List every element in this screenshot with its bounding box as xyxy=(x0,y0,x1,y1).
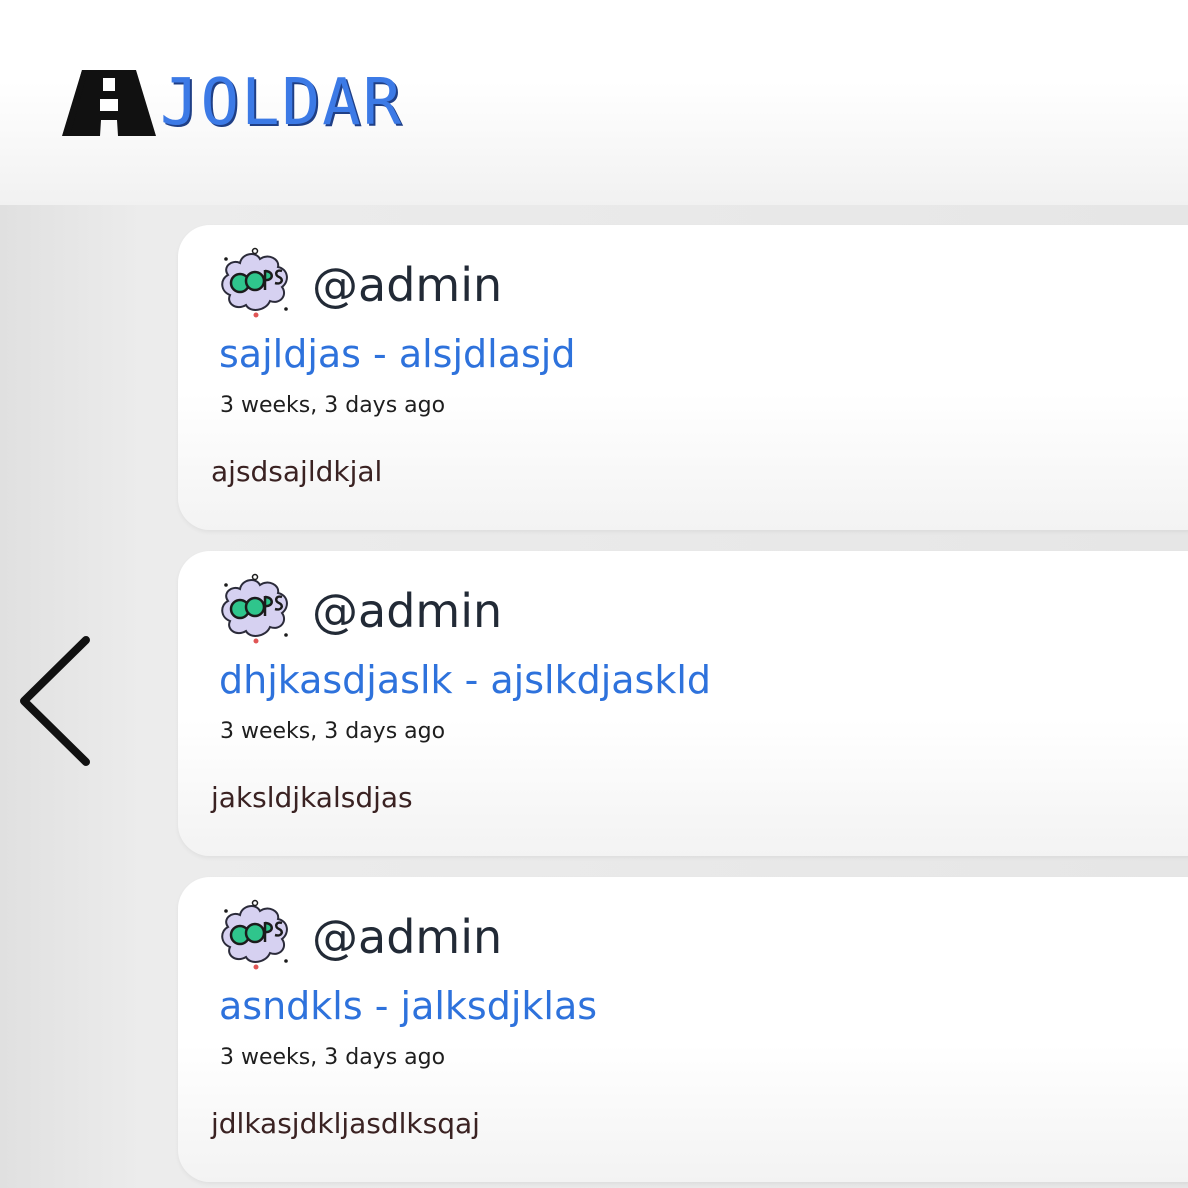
post-body: jdlkasjdkljasdlksqaj xyxy=(211,1107,480,1140)
post-body: ajsdsajldkjal xyxy=(211,455,383,488)
post-timestamp: 3 weeks, 3 days ago xyxy=(220,1045,446,1070)
brand-logo[interactable]: JOLDAR xyxy=(62,68,403,138)
brand-name: JOLDAR xyxy=(160,66,404,140)
oops-sticker-icon xyxy=(221,573,288,644)
post-title-link[interactable]: sajldjas - alsjdlasjd xyxy=(219,328,575,380)
post-username[interactable]: @admin xyxy=(312,253,502,317)
app-header: JOLDAR xyxy=(0,0,1188,205)
post-timestamp: 3 weeks, 3 days ago xyxy=(220,719,446,744)
road-icon xyxy=(62,70,156,136)
post-title-link[interactable]: asndkls - jalksdjklas xyxy=(219,980,597,1032)
post-username[interactable]: @admin xyxy=(312,579,502,643)
post-card: @admin sajldjas - alsjdlasjd 3 weeks, 3 … xyxy=(178,225,1188,530)
chevron-left-icon[interactable] xyxy=(14,634,98,768)
post-body: jaksldjkalsdjas xyxy=(211,781,413,814)
post-username[interactable]: @admin xyxy=(312,905,502,969)
post-card: @admin dhjkasdjaslk - ajslkdjaskld 3 wee… xyxy=(178,551,1188,856)
post-card: @admin asndkls - jalksdjklas 3 weeks, 3 … xyxy=(178,877,1188,1182)
oops-sticker-icon xyxy=(221,247,288,318)
post-timestamp: 3 weeks, 3 days ago xyxy=(220,393,446,418)
post-title-link[interactable]: dhjkasdjaslk - ajslkdjaskld xyxy=(219,654,711,706)
oops-sticker-icon xyxy=(221,899,288,970)
